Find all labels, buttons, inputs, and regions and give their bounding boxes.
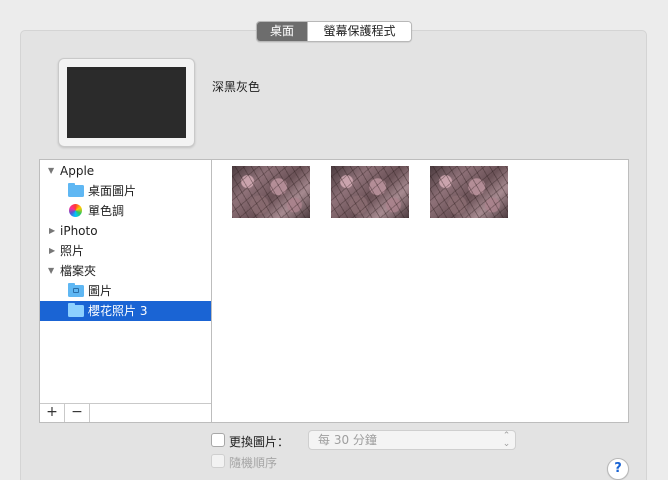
sidebar-item-label: 檔案夾: [60, 264, 97, 278]
sidebar-item-label: 照片: [60, 244, 85, 258]
sidebar-item-folders[interactable]: ▼ 檔案夾: [40, 261, 211, 281]
select-arrows-icon: ⌃ ⌄: [502, 431, 511, 449]
folder-icon: [68, 303, 84, 317]
disclosure-closed-icon[interactable]: ▶: [49, 221, 55, 241]
tab-bar: 桌面 螢幕保護程式: [256, 21, 412, 42]
sidebar-item-sakura-photos[interactable]: 櫻花照片 3: [40, 301, 211, 321]
source-list-toolbar: + −: [40, 403, 211, 422]
pictures-folder-icon: [68, 283, 84, 297]
random-order-label: 隨機順序: [229, 456, 278, 470]
folder-icon: [68, 183, 84, 197]
random-order-checkbox[interactable]: [211, 454, 225, 468]
sidebar-item-label: 單色調: [88, 204, 125, 218]
remove-folder-button[interactable]: −: [65, 404, 90, 422]
disclosure-open-icon[interactable]: ▼: [48, 161, 54, 181]
tab-desktop[interactable]: 桌面: [257, 22, 307, 41]
change-picture-checkbox[interactable]: [211, 433, 225, 447]
sidebar-item-label: iPhoto: [60, 224, 98, 238]
sidebar-item-label: 圖片: [88, 284, 113, 298]
sidebar-item-iphoto[interactable]: ▶ iPhoto: [40, 221, 211, 241]
change-picture-label: 更換圖片：: [229, 435, 290, 449]
add-folder-button[interactable]: +: [40, 404, 65, 422]
help-button[interactable]: ?: [607, 458, 629, 480]
color-wheel-icon: [69, 204, 82, 217]
disclosure-closed-icon[interactable]: ▶: [49, 241, 55, 261]
source-list: ▼ Apple 桌面圖片 單色調 ▶ iPhoto ▶ 照片 ▼ 檔案夾 圖片 …: [39, 159, 212, 423]
wallpaper-thumbnail[interactable]: [331, 166, 409, 218]
sidebar-item-label: Apple: [60, 164, 95, 178]
wallpaper-thumbnail[interactable]: [430, 166, 508, 218]
disclosure-open-icon[interactable]: ▼: [48, 261, 54, 281]
image-grid: [211, 159, 629, 423]
sidebar-item-photos[interactable]: ▶ 照片: [40, 241, 211, 261]
preview-color-name: 深黑灰色: [212, 80, 261, 94]
desktop-preview: [58, 58, 195, 147]
sidebar-item-solid-colors[interactable]: 單色調: [40, 201, 211, 221]
sidebar-item-label: 桌面圖片: [88, 184, 137, 198]
wallpaper-thumbnail[interactable]: [232, 166, 310, 218]
sidebar-item-pictures[interactable]: 圖片: [40, 281, 211, 301]
preview-screen: [67, 67, 186, 138]
tab-screensaver[interactable]: 螢幕保護程式: [307, 22, 411, 41]
sidebar-item-apple[interactable]: ▼ Apple: [40, 161, 211, 181]
change-interval-value: 每 30 分鐘: [318, 433, 377, 447]
sidebar-item-desktop-pictures[interactable]: 桌面圖片: [40, 181, 211, 201]
sidebar-item-label: 櫻花照片 3: [88, 304, 148, 318]
change-interval-select[interactable]: 每 30 分鐘 ⌃ ⌄: [308, 430, 516, 450]
